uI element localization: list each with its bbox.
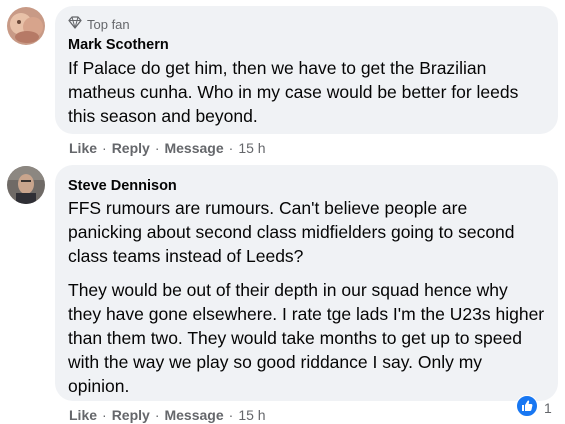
like-link[interactable]: Like — [69, 407, 97, 423]
comment-bubble: Steve Dennison FFS rumours are rumours. … — [55, 165, 558, 401]
badge-label: Top fan — [87, 16, 130, 32]
comment-bubble: Top fan Mark Scothern If Palace do get h… — [55, 6, 558, 134]
message-link[interactable]: Message — [164, 140, 223, 156]
comment-author[interactable]: Steve Dennison — [68, 177, 545, 195]
separator: · — [228, 407, 234, 423]
separator: · — [102, 140, 107, 156]
top-fan-badge: Top fan — [68, 15, 545, 33]
timestamp[interactable]: 15 h — [238, 140, 265, 156]
separator: · — [154, 407, 160, 423]
comment-text: FFS rumours are rumours. Can't believe p… — [68, 196, 545, 398]
comment-text: If Palace do get him, then we have to ge… — [68, 56, 545, 128]
avatar-steve-dennison[interactable] — [7, 166, 45, 204]
comment-actions: Like · Reply · Message · 15 h — [69, 140, 266, 156]
reply-link[interactable]: Reply — [112, 140, 150, 156]
comment-paragraph: If Palace do get him, then we have to ge… — [68, 58, 519, 126]
comment-paragraph: FFS rumours are rumours. Can't believe p… — [68, 198, 515, 266]
like-link[interactable]: Like — [69, 140, 97, 156]
like-thumb-icon — [516, 395, 538, 420]
avatar-mark-scothern[interactable] — [7, 7, 45, 45]
separator: · — [228, 140, 234, 156]
timestamp[interactable]: 15 h — [238, 407, 265, 423]
separator: · — [102, 407, 107, 423]
comment-actions: Like · Reply · Message · 15 h — [69, 407, 266, 423]
reaction-count: 1 — [544, 399, 552, 416]
comment-paragraph: They would be out of their depth in our … — [68, 280, 545, 396]
diamond-icon — [68, 16, 82, 32]
reaction-summary[interactable]: 1 — [516, 395, 552, 420]
message-link[interactable]: Message — [164, 407, 223, 423]
reply-link[interactable]: Reply — [112, 407, 150, 423]
comment-author[interactable]: Mark Scothern — [68, 36, 545, 54]
separator: · — [154, 140, 160, 156]
